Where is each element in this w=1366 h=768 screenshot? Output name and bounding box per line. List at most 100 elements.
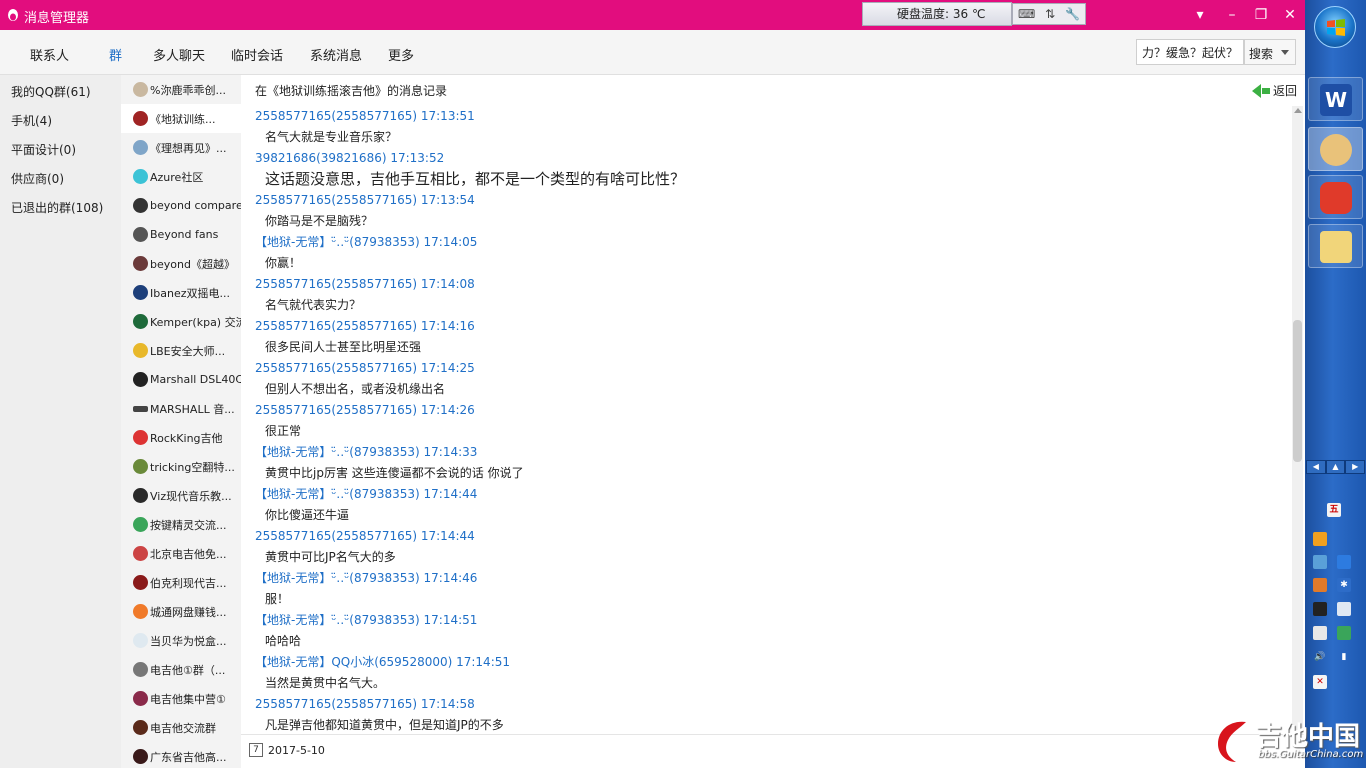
group-avatar (133, 430, 148, 445)
dropdown-icon[interactable]: ▾ (1190, 5, 1210, 25)
tray-shield-icon[interactable] (1337, 626, 1351, 640)
tray-qq-icon[interactable] (1313, 602, 1327, 616)
message: 2558577165(2558577165) 17:14:08 名气就代表实力？ (255, 274, 1293, 316)
group-item[interactable]: %沵鹿乖乖创... (121, 75, 241, 104)
group-item[interactable]: 北京电吉他免... (121, 539, 241, 568)
tray-app-icon[interactable] (1313, 532, 1327, 546)
search-input[interactable]: 力？缓急？起伏？ (1136, 39, 1244, 65)
group-avatar (133, 372, 148, 387)
group-item[interactable]: MARSHALL 音... (121, 394, 241, 423)
calendar-icon[interactable]: 7 (249, 743, 263, 757)
tab-more[interactable]: 更多 (388, 45, 414, 64)
wrench-icon[interactable]: 🔧 (1065, 7, 1080, 21)
taskbar-word[interactable]: W (1308, 77, 1363, 121)
taskbar-qq[interactable] (1308, 127, 1363, 171)
group-avatar (133, 343, 148, 358)
tray-cat-icon[interactable] (1313, 578, 1327, 592)
message-meta: 2558577165(2558577165) 17:14:16 (255, 319, 475, 333)
start-button[interactable] (1314, 6, 1356, 48)
category-graphic[interactable]: 平面设计(0) (11, 141, 76, 158)
tray-cloud-icon[interactable] (1337, 555, 1351, 569)
volume-icon[interactable]: 🔊 (1313, 650, 1327, 664)
group-item[interactable]: Marshall DSL40C (121, 365, 241, 394)
speed-icon[interactable]: ⇅ (1045, 7, 1055, 21)
tab-contacts[interactable]: 联系人 (30, 45, 69, 64)
tray-left-icon[interactable]: ◀ (1306, 460, 1326, 474)
widget-toolbar: ⌨ ⇅ 🔧 (1012, 3, 1086, 25)
group-item[interactable]: 广东省吉他高... (121, 742, 241, 768)
group-avatar (133, 169, 148, 184)
ime-icon[interactable]: 五 (1327, 503, 1341, 517)
tab-system-msg[interactable]: 系统消息 (310, 45, 362, 64)
message-meta: 【地狱-无常】QQ小冰(659528000) 17:14:51 (255, 655, 511, 669)
tab-multi-chat[interactable]: 多人聊天 (153, 45, 205, 64)
group-item-selected[interactable]: 《地狱训练... (121, 104, 241, 133)
tab-temp-session[interactable]: 临时会话 (231, 45, 283, 64)
tray-network-tool-icon[interactable] (1313, 555, 1327, 569)
group-item[interactable]: 《理想再见》... (121, 133, 241, 162)
taskbar-app[interactable] (1308, 175, 1363, 219)
group-item[interactable]: 电吉他集中营① (121, 684, 241, 713)
group-avatar (133, 662, 148, 677)
group-item[interactable]: Azure社区 (121, 162, 241, 191)
tray-scroll: ◀ ▲ ▶ (1306, 460, 1366, 474)
signal-icon[interactable]: ▮ (1337, 650, 1351, 664)
restore-button[interactable]: ❐ (1251, 5, 1271, 25)
tray-document-icon[interactable] (1337, 602, 1351, 616)
category-exited[interactable]: 已退出的群(108) (11, 199, 103, 216)
group-item[interactable]: tricking空翻特... (121, 452, 241, 481)
group-list: %沵鹿乖乖创... 《地狱训练... 《理想再见》... Azure社区 bey… (121, 75, 241, 768)
group-item[interactable]: 城通网盘赚钱... (121, 597, 241, 626)
qq-penguin-icon (8, 9, 18, 21)
message-meta: 2558577165(2558577165) 17:14:26 (255, 403, 475, 417)
group-item[interactable]: 当贝华为悦盒... (121, 626, 241, 655)
tray-right-icon[interactable]: ▶ (1345, 460, 1366, 474)
taskbar-explorer[interactable] (1308, 224, 1363, 268)
keyboard-icon[interactable]: ⌨ (1018, 7, 1035, 21)
message: 2558577165(2558577165) 17:14:25 但别人不想出名，或… (255, 358, 1293, 400)
group-item[interactable]: Ibanez双摇电... (121, 278, 241, 307)
scroll-up-icon[interactable] (1294, 108, 1302, 113)
back-button[interactable]: 返回 (1252, 82, 1297, 99)
group-name: Viz现代音乐教... (150, 489, 232, 503)
search-button[interactable]: 搜索 (1244, 39, 1296, 65)
message-text: 你踏马是不是脑残？ (265, 214, 374, 228)
group-item[interactable]: LBE安全大师... (121, 336, 241, 365)
category-mobile[interactable]: 手机(4) (11, 112, 52, 129)
group-item[interactable]: 伯克利现代吉... (121, 568, 241, 597)
message-text: 你比傻逼还牛逼 (265, 508, 350, 522)
nav-bar: 联系人 群 多人聊天 临时会话 系统消息 更多 力？缓急？起伏？ 搜索 (0, 30, 1305, 75)
tray-up-icon[interactable]: ▲ (1325, 460, 1346, 474)
tray-flag-icon[interactable]: ✕ (1313, 675, 1327, 689)
group-item[interactable]: Viz现代音乐教... (121, 481, 241, 510)
group-item[interactable]: 按键精灵交流... (121, 510, 241, 539)
tab-groups[interactable]: 群 (109, 45, 122, 64)
group-item[interactable]: Kemper(kpa) 交流 (121, 307, 241, 336)
message-text: 哈哈哈 (265, 634, 302, 648)
group-item[interactable]: beyond《超越》 (121, 249, 241, 278)
tray-bluetooth-icon[interactable]: ✱ (1337, 578, 1351, 592)
group-item[interactable]: 电吉他交流群 (121, 713, 241, 742)
group-item[interactable]: RockKing吉他 (121, 423, 241, 452)
group-item[interactable]: Beyond fans (121, 220, 241, 249)
scroll-thumb[interactable] (1293, 320, 1302, 462)
search-button-label: 搜索 (1249, 47, 1274, 61)
message-meta: 39821686(39821686) 17:13:52 (255, 151, 445, 165)
message-meta: 2558577165(2558577165) 17:14:08 (255, 277, 475, 291)
group-item[interactable]: 电吉他①群（... (121, 655, 241, 684)
group-name: Beyond fans (150, 228, 219, 241)
message: 39821686(39821686) 17:13:52 这话题没意思，吉他手互相比… (255, 148, 1293, 190)
group-avatar (133, 227, 148, 242)
message: 【地狱-无常】ᵕ̈‥ᵕ̈(87938353) 17:14:33 黄贯中比jp厉害 … (255, 442, 1293, 484)
message-scrollbar[interactable] (1292, 106, 1303, 734)
category-suppliers[interactable]: 供应商(0) (11, 170, 64, 187)
group-item[interactable]: beyond compare (121, 191, 241, 220)
tray-clipboard-icon[interactable] (1313, 626, 1327, 640)
message-meta: 2558577165(2558577165) 17:13:51 (255, 109, 475, 123)
close-button[interactable]: ✕ (1280, 5, 1300, 25)
window-title: 消息管理器 (24, 11, 90, 26)
category-my-groups[interactable]: 我的QQ群(61) (11, 83, 91, 100)
minimize-button[interactable]: – (1222, 5, 1242, 25)
group-avatar (133, 314, 148, 329)
group-avatar (133, 459, 148, 474)
